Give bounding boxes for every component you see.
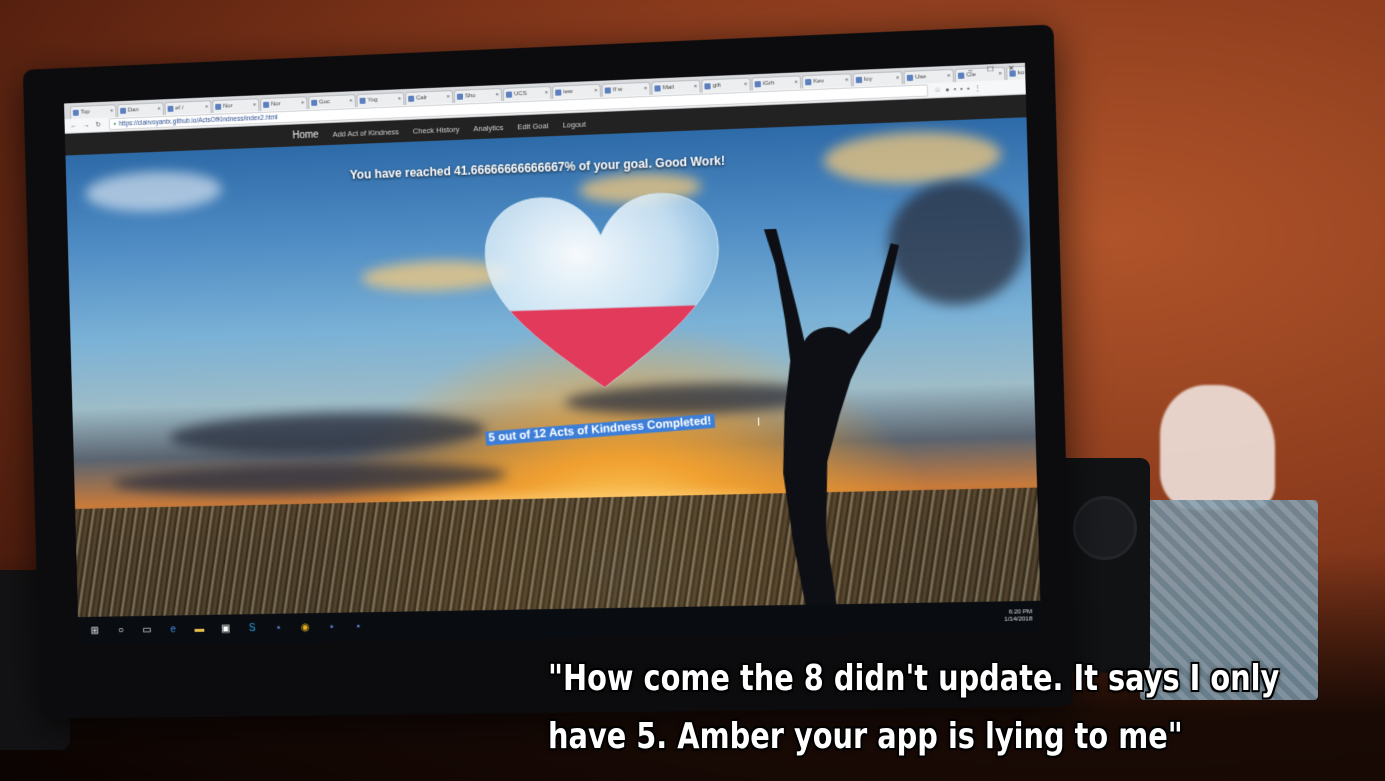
- video-caption: "How come the 8 didn't update. It says I…: [548, 650, 1280, 766]
- tab-label: Sho: [464, 93, 476, 100]
- tab-label: ef /: [175, 105, 184, 112]
- tab-close-icon[interactable]: ×: [157, 106, 161, 112]
- tab-favicon-icon: [359, 97, 366, 104]
- task-view-icon[interactable]: ▭: [138, 623, 156, 637]
- nav-analytics[interactable]: Analytics: [473, 123, 503, 133]
- cloud: [169, 409, 486, 458]
- tab-label: loy: [864, 76, 873, 83]
- monitor: Top × Dan × ef / × Nor × Nor × Goc × Yog × Calr × Sho × UC…: [22, 24, 1073, 719]
- tab-close-icon[interactable]: ×: [110, 108, 114, 114]
- skype-icon[interactable]: S: [243, 621, 261, 635]
- tab-label: tew: [563, 88, 573, 96]
- speaker-cone: [1073, 496, 1137, 560]
- app-icon[interactable]: ▪: [323, 620, 341, 634]
- tab-label: If w: [612, 86, 623, 94]
- edge-icon[interactable]: e: [164, 623, 182, 637]
- screen: Top × Dan × ef / × Nor × Nor × Goc × Yog × Calr × Sho × UC…: [64, 62, 1042, 646]
- tab-label: Dan: [127, 107, 139, 114]
- tab-close-icon[interactable]: ×: [349, 98, 353, 104]
- tab-close-icon[interactable]: ×: [594, 88, 598, 94]
- tab-favicon-icon: [957, 72, 965, 79]
- chrome-icon[interactable]: ◉: [296, 621, 314, 635]
- tray-date: 1/14/2018: [1004, 615, 1033, 623]
- tab-close-icon[interactable]: ×: [446, 94, 450, 100]
- lock-icon: ▪: [113, 120, 116, 128]
- tab-label: Nor: [270, 101, 281, 108]
- tab-close-icon[interactable]: ×: [545, 90, 549, 96]
- tab-label: Nor: [222, 103, 233, 110]
- hero-background: You have reached 41.66666666666667% of y…: [65, 117, 1041, 618]
- tab-favicon-icon: [72, 109, 79, 116]
- tab-favicon-icon: [263, 101, 270, 108]
- tab-label: Yog: [367, 97, 378, 104]
- tab-close-icon[interactable]: ×: [644, 86, 648, 92]
- tab-label: Calr: [416, 95, 428, 102]
- cloud: [112, 459, 507, 499]
- tab-label: Use: [915, 74, 927, 81]
- nav-home[interactable]: Home: [292, 129, 319, 141]
- tab-close-icon[interactable]: ×: [845, 77, 849, 83]
- reload-icon[interactable]: ↻: [95, 121, 101, 129]
- tab-favicon-icon: [505, 91, 513, 98]
- tab-favicon-icon: [311, 99, 318, 106]
- tab-label: UCS: [513, 90, 527, 98]
- back-icon[interactable]: ←: [70, 122, 77, 129]
- jumping-woman-silhouette: [763, 224, 910, 606]
- tab-close-icon[interactable]: ×: [794, 80, 798, 86]
- tab-label: Top: [80, 109, 91, 116]
- tab-close-icon[interactable]: ×: [495, 92, 499, 98]
- tab-close-icon[interactable]: ×: [205, 104, 209, 110]
- text-cursor-icon: I: [756, 416, 761, 429]
- tab-favicon-icon: [906, 74, 914, 82]
- tab-label: Mail: [662, 84, 674, 92]
- tab-favicon-icon: [805, 78, 812, 86]
- tab-favicon-icon: [855, 76, 863, 84]
- tab-favicon-icon: [120, 107, 127, 114]
- caption-line-1: "How come the 8 didn't update. It says I…: [548, 658, 1280, 699]
- app-icon[interactable]: ▪: [270, 621, 288, 635]
- tab-close-icon[interactable]: ×: [947, 73, 951, 79]
- tab-favicon-icon: [754, 81, 761, 88]
- tab-favicon-icon: [408, 95, 415, 102]
- tab-favicon-icon: [215, 103, 222, 110]
- heart-progress-icon: [479, 186, 728, 395]
- tab-close-icon[interactable]: ×: [694, 84, 698, 90]
- forward-icon[interactable]: →: [83, 122, 90, 129]
- heart-fill-level: [482, 304, 713, 390]
- tab-close-icon[interactable]: ×: [896, 75, 900, 81]
- store-icon[interactable]: ▣: [217, 622, 235, 636]
- cortana-icon[interactable]: ○: [112, 624, 130, 638]
- tab-close-icon[interactable]: ×: [253, 102, 257, 108]
- tray-time: 6:20 PM: [1008, 608, 1033, 616]
- tab-label: Goc: [319, 99, 331, 106]
- tab-favicon-icon: [704, 83, 711, 90]
- tab-close-icon[interactable]: ×: [744, 82, 748, 88]
- system-tray[interactable]: 6:20 PM 1/14/2018: [1004, 609, 1033, 624]
- app-icon[interactable]: ▪: [349, 620, 367, 634]
- completed-count-text: 5 out of 12 Acts of Kindness Completed!: [485, 413, 715, 446]
- file-explorer-icon[interactable]: ▬: [190, 622, 208, 636]
- nav-check-history[interactable]: Check History: [413, 124, 460, 135]
- tab-label: iGrh: [762, 80, 775, 88]
- tab-favicon-icon: [456, 93, 464, 100]
- tab-close-icon[interactable]: ×: [301, 100, 305, 106]
- tab-favicon-icon: [604, 87, 611, 94]
- windows-start-icon[interactable]: ⊞: [86, 624, 104, 638]
- nav-add-act[interactable]: Add Act of Kindness: [332, 127, 399, 139]
- tab-favicon-icon: [654, 85, 661, 92]
- extension-icons[interactable]: ☆●▪▪▪⋮: [934, 84, 985, 94]
- caption-line-2: have 5. Amber your app is lying to me": [548, 716, 1183, 757]
- tab-favicon-icon: [555, 89, 562, 96]
- nav-edit-goal[interactable]: Edit Goal: [517, 121, 548, 131]
- tab-favicon-icon: [167, 105, 174, 112]
- tab-close-icon[interactable]: ×: [398, 96, 402, 102]
- tab-label: gift: [712, 82, 721, 90]
- tissue: [1160, 385, 1275, 510]
- nav-logout[interactable]: Logout: [562, 119, 585, 129]
- tab-label: Kev: [813, 78, 825, 85]
